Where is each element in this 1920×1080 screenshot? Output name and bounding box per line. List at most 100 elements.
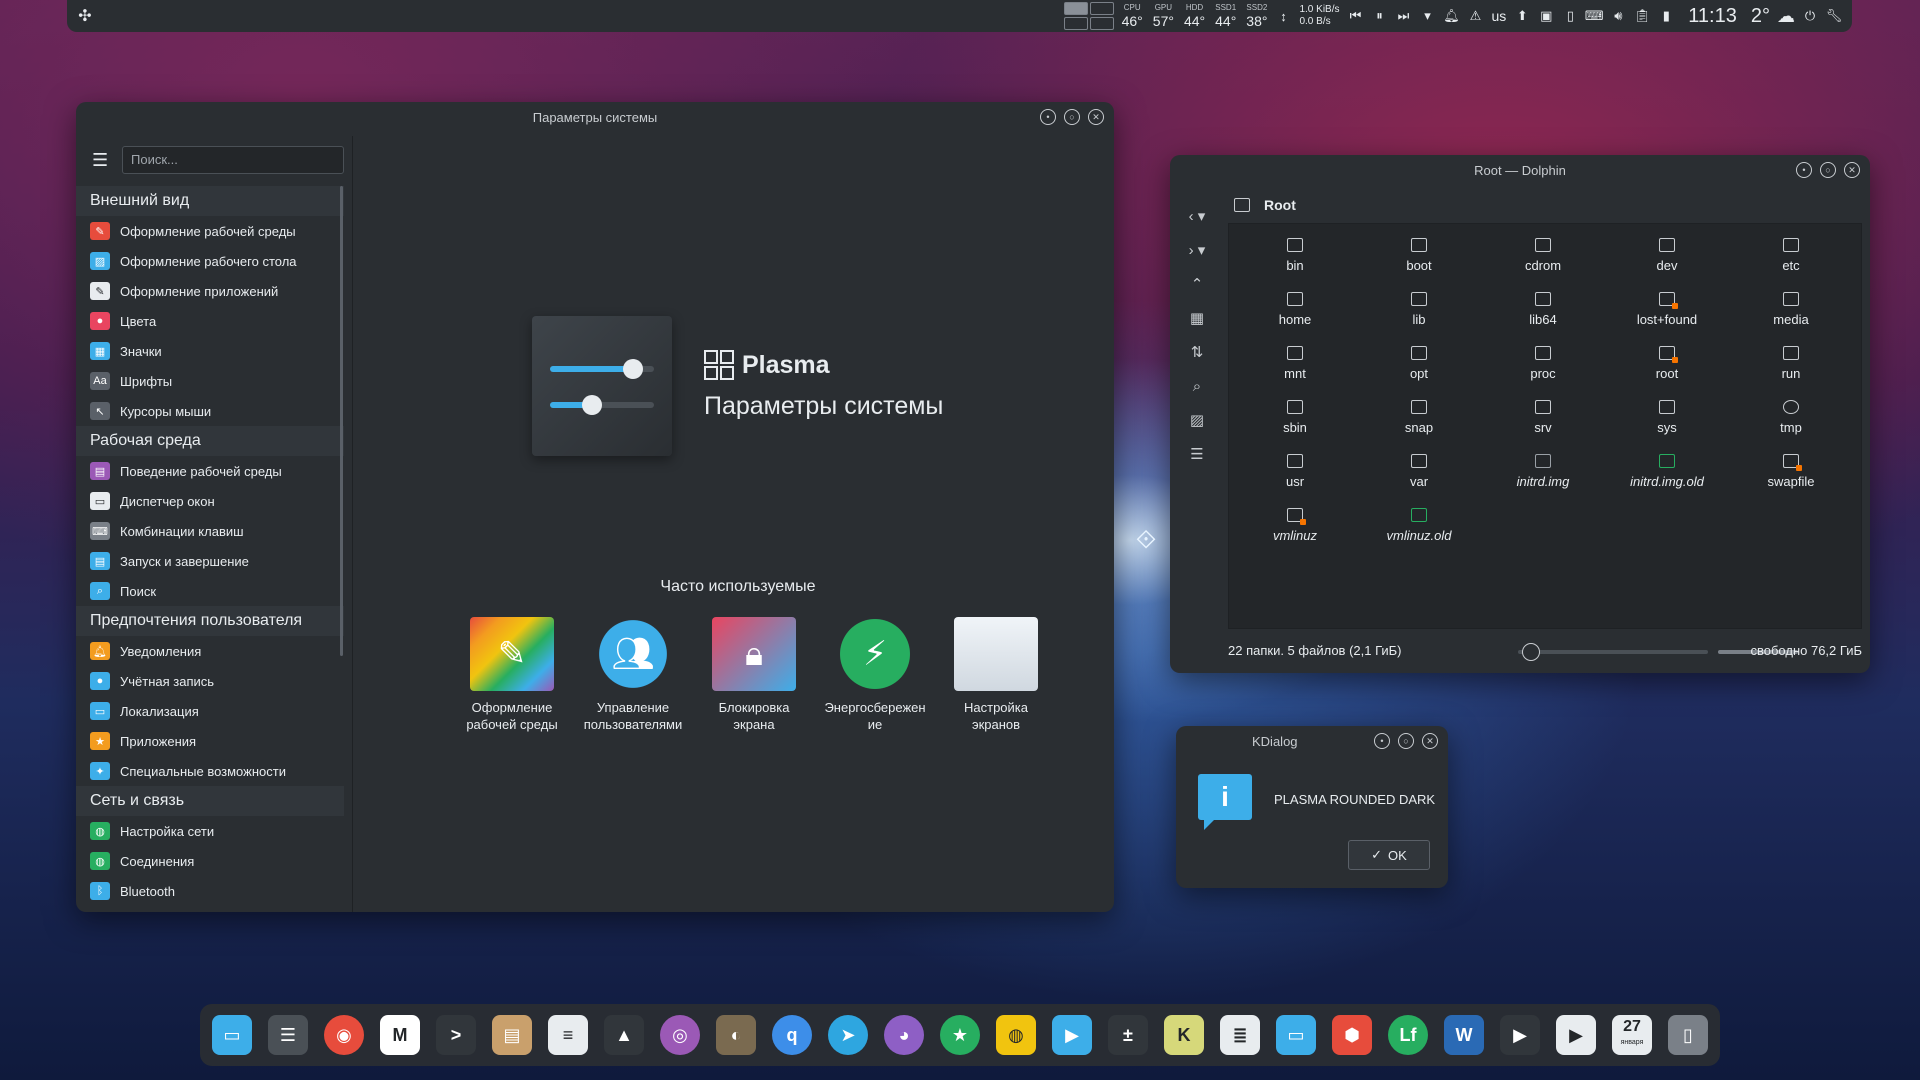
file-item[interactable]: bin [1233, 232, 1357, 286]
gmail-icon[interactable]: M [380, 1015, 420, 1055]
file-item[interactable]: tmp [1729, 394, 1853, 448]
sensor-ssd2[interactable]: SSD2 38° [1246, 4, 1267, 29]
close-button[interactable]: ✕ [1088, 109, 1104, 125]
radio-icon[interactable]: ◍ [996, 1015, 1036, 1055]
dolphin-titlebar[interactable]: Root — Dolphin • ○ ✕ [1170, 155, 1870, 185]
inkscape-icon[interactable]: ▲ [604, 1015, 644, 1055]
sidebar-item[interactable]: 🔔︎ Уведомления [76, 636, 344, 666]
search-icon[interactable]: ⌕ [1182, 369, 1212, 403]
file-item[interactable]: var [1357, 448, 1481, 502]
file-item[interactable]: dev [1605, 232, 1729, 286]
sidebar-item[interactable]: ▤ Запуск и завершение [76, 546, 344, 576]
file-item[interactable]: srv [1481, 394, 1605, 448]
desktop-4[interactable] [1089, 17, 1114, 30]
power-icon[interactable]: ⏻ [1802, 8, 1818, 24]
settings-titlebar[interactable]: Параметры системы • ○ ✕ [76, 102, 1114, 132]
close-button[interactable]: ✕ [1844, 162, 1860, 178]
breadcrumb[interactable]: Root [1234, 197, 1296, 213]
sidebar-item[interactable]: ⌕ Поиск [76, 576, 344, 606]
sidebar-item[interactable]: ● Учётная запись [76, 666, 344, 696]
keyboard-layout[interactable]: us [1492, 8, 1507, 24]
file-item[interactable]: swapfile [1729, 448, 1853, 502]
file-item[interactable]: lib64 [1481, 286, 1605, 340]
sidebar-item[interactable]: ◍ Настройка сети [76, 816, 344, 846]
file-item[interactable]: lib [1357, 286, 1481, 340]
alert-icon[interactable]: ⚠ [1468, 8, 1484, 24]
folder-icon[interactable]: ▭ [1276, 1015, 1316, 1055]
volume-icon[interactable]: 🔊︎ [1610, 8, 1626, 24]
sensor-ssd1[interactable]: SSD1 44° [1215, 4, 1236, 29]
sidebar-item[interactable]: ᛒ Bluetooth [76, 876, 344, 906]
clipboard-icon[interactable]: 📋︎ [1634, 8, 1651, 24]
maximize-button[interactable]: ○ [1064, 109, 1080, 125]
update-icon[interactable]: ⬆ [1514, 8, 1530, 24]
forward-icon[interactable]: › ▾ [1182, 233, 1212, 267]
file-item[interactable]: vmlinuz.old [1357, 502, 1481, 556]
github-icon[interactable]: ◕ [884, 1015, 924, 1055]
breadcrumb-location[interactable]: Root [1264, 197, 1296, 213]
sensor-gpu[interactable]: GPU 57° [1153, 4, 1174, 29]
desktop-2[interactable] [1089, 2, 1114, 15]
keep-above-button[interactable]: • [1374, 733, 1390, 749]
view-mode-icon[interactable]: ▦ [1182, 301, 1212, 335]
sidebar-item[interactable]: ▨ Оформление рабочего стола [76, 246, 344, 276]
sidebar-item[interactable]: ⌨ Комбинации клавиш [76, 516, 344, 546]
file-item[interactable]: proc [1481, 340, 1605, 394]
file-view[interactable]: bin boot cdrom dev etc home lib lib64 lost+found… [1228, 223, 1862, 629]
hamburger-menu-icon[interactable]: ☰ [92, 150, 108, 171]
sensor-hdd[interactable]: HDD 44° [1184, 4, 1205, 29]
file-item[interactable]: lost+found [1605, 286, 1729, 340]
calendar-icon[interactable]: 27 января [1612, 1015, 1652, 1055]
calculator-icon[interactable]: ± [1108, 1015, 1148, 1055]
file-item[interactable]: mnt [1233, 340, 1357, 394]
frequent-item[interactable]: ⚡ Энергосбережен ие [815, 617, 935, 733]
weather-temp[interactable]: 2° [1751, 5, 1770, 28]
app-launcher-icon[interactable]: ✣ [67, 0, 103, 32]
kile-icon[interactable]: K [1164, 1015, 1204, 1055]
frequent-item[interactable]: Настройка экранов [936, 617, 1056, 733]
archive-icon[interactable]: ▤ [492, 1015, 532, 1055]
cloud-icon[interactable]: ☁ [1777, 6, 1795, 26]
file-item[interactable]: initrd.img.old [1605, 448, 1729, 502]
chrome-icon[interactable]: ◉ [324, 1015, 364, 1055]
sidebar-scrollbar[interactable] [340, 186, 343, 656]
virtual-desktop-pager[interactable] [1063, 2, 1114, 30]
kdialog-titlebar[interactable]: KDialog • ○ ✕ [1176, 726, 1448, 756]
sidebar-item[interactable]: ↖ Курсоры мыши [76, 396, 344, 426]
sidebar-item[interactable]: ▦ Значки [76, 336, 344, 366]
battery-icon[interactable]: ▮ [1658, 8, 1674, 24]
file-item[interactable]: initrd.img [1481, 448, 1605, 502]
lf-icon[interactable]: Lf [1388, 1015, 1428, 1055]
qbittorrent-icon[interactable]: q [772, 1015, 812, 1055]
terminal-icon[interactable]: > [436, 1015, 476, 1055]
sidebar-item[interactable]: ✎ Оформление приложений [76, 276, 344, 306]
preview-icon[interactable]: ▨ [1182, 403, 1212, 437]
up-icon[interactable]: ⌃ [1182, 267, 1212, 301]
sort-icon[interactable]: ⇅ [1182, 335, 1212, 369]
zoom-slider[interactable] [1518, 643, 1708, 661]
favorites-icon[interactable]: ★ [940, 1015, 980, 1055]
files-icon[interactable]: ▭ [212, 1015, 252, 1055]
file-item[interactable]: sys [1605, 394, 1729, 448]
file-item[interactable]: sbin [1233, 394, 1357, 448]
color-picker-icon[interactable]: ◎ [660, 1015, 700, 1055]
keep-above-button[interactable]: • [1040, 109, 1056, 125]
wrench-icon[interactable]: 🔧︎ [1826, 8, 1843, 24]
file-item[interactable]: usr [1233, 448, 1357, 502]
sidebar-item[interactable]: ● Цвета [76, 306, 344, 336]
file-item[interactable]: etc [1729, 232, 1853, 286]
file-item[interactable]: run [1729, 340, 1853, 394]
gimp-icon[interactable]: ◐ [716, 1015, 756, 1055]
file-item[interactable]: media [1729, 286, 1853, 340]
play-icon[interactable]: ▶ [1556, 1015, 1596, 1055]
file-item[interactable]: cdrom [1481, 232, 1605, 286]
sensor-cpu[interactable]: CPU 46° [1122, 4, 1143, 29]
sidebar-item[interactable]: Aa Шрифты [76, 366, 344, 396]
shield-icon[interactable]: ⬢ [1332, 1015, 1372, 1055]
frequent-item[interactable]: 👥︎ Управление пользователями [573, 617, 693, 733]
file-item[interactable]: vmlinuz [1233, 502, 1357, 556]
text-editor-icon[interactable]: ≡ [548, 1015, 588, 1055]
sidebar-item[interactable]: ✦ Специальные возможности [76, 756, 344, 786]
close-button[interactable]: ✕ [1422, 733, 1438, 749]
chevron-down-icon[interactable]: ▾ [1420, 8, 1436, 24]
